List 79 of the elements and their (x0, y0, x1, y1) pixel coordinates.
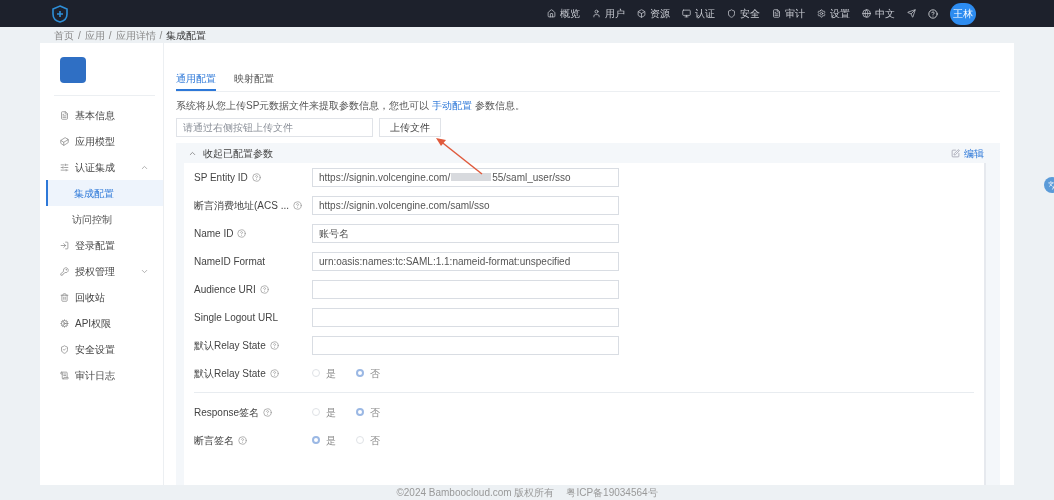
translate-icon (1047, 180, 1054, 190)
sidebar-item[interactable]: API权限 (46, 310, 163, 336)
text-field[interactable] (312, 335, 619, 355)
logo-icon (52, 4, 68, 23)
document-icon (60, 110, 69, 120)
field-label: 默认Relay State (194, 338, 266, 353)
document-icon (772, 9, 781, 18)
shield-icon (60, 344, 69, 354)
breadcrumb-separator: / (108, 28, 112, 43)
radio-option[interactable]: 否 (356, 404, 380, 420)
app-logo-icon (60, 57, 86, 83)
radio-option[interactable]: 否 (356, 365, 380, 381)
nav-link[interactable]: 设置 (817, 6, 850, 21)
field-label: Audience URI (194, 282, 256, 297)
tab[interactable]: 映射配置 (234, 71, 274, 91)
sidebar-item[interactable]: 安全设置 (46, 336, 163, 362)
manual-config-link[interactable]: 手动配置 (432, 100, 473, 111)
edit-link[interactable]: 编辑 (951, 145, 984, 161)
send-icon[interactable] (907, 9, 916, 18)
nav-link[interactable]: 认证 (682, 6, 715, 21)
copyright-text: ©2024 Bamboocloud.com 版权所有 (396, 486, 555, 500)
radio-option[interactable]: 是 (312, 365, 336, 381)
field-label: SP Entity ID (194, 170, 248, 185)
radio-option[interactable]: 是 (312, 432, 336, 448)
sidebar-item[interactable]: 基本信息 (46, 102, 163, 128)
file-path-field[interactable]: 请通过右侧按钮上传文件 (176, 118, 373, 137)
sidebar-item[interactable]: 应用模型 (46, 128, 163, 154)
field-label: Name ID (194, 226, 234, 241)
intro-text: 系统将从您上传SP元数据文件来提取参数信息，您也可以 手动配置 参数信息。 (176, 99, 526, 113)
breadcrumb-separator: / (78, 28, 81, 43)
cube-icon (60, 136, 69, 146)
nav-link[interactable]: 中文 (862, 6, 895, 21)
nav-link[interactable]: 审计 (772, 6, 805, 21)
radio-option[interactable]: 是 (312, 404, 336, 420)
sidebar-item[interactable]: 回收站 (46, 284, 163, 310)
edit-icon (951, 148, 960, 158)
sidebar-item[interactable]: 授权管理 (46, 258, 163, 284)
monitor-icon (682, 9, 691, 18)
nav-link[interactable]: 用户 (592, 6, 625, 21)
text-field[interactable]: https://signin.volcengine.com/ 55/saml_user/sso (312, 167, 619, 187)
trash-icon (60, 292, 69, 302)
field-label: NameID Format (194, 254, 266, 269)
nav-link[interactable]: 概览 (547, 6, 580, 21)
breadcrumb-item: 集成配置 (166, 28, 207, 43)
nav-link[interactable]: 资源 (637, 6, 670, 21)
log-icon (60, 370, 69, 380)
home-icon (547, 9, 556, 18)
settings-icon (817, 9, 826, 18)
upload-file-button[interactable]: 上传文件 (379, 118, 441, 137)
text-field[interactable]: https://signin.volcengine.com/saml/sso (312, 195, 619, 215)
nav-link[interactable]: 安全 (727, 6, 760, 21)
text-field[interactable]: 账号名 (312, 223, 619, 243)
sidebar-item[interactable]: 登录配置 (46, 232, 163, 258)
field-label: Single Logout URL (194, 310, 278, 325)
key-icon (60, 266, 69, 276)
field-label: 默认Relay State (194, 366, 266, 381)
shield-icon (727, 9, 736, 18)
user-icon (592, 9, 601, 18)
icp-text: 粤ICP备19034564号 (566, 486, 658, 500)
sidebar-subitem[interactable]: 访问控制 (46, 206, 163, 232)
text-field[interactable]: urn:oasis:names:tc:SAML:1.1:nameid-format:unspecified (312, 251, 619, 271)
breadcrumb-separator: / (159, 28, 163, 43)
field-label: 断言签名 (194, 433, 234, 448)
section-title: 收起已配置参数 (203, 146, 273, 161)
field-label: Response签名 (194, 405, 260, 420)
globe-icon (862, 9, 871, 18)
radio-option[interactable]: 否 (356, 432, 380, 448)
sidebar-item[interactable]: 认证集成 (46, 154, 163, 180)
login-icon (60, 240, 69, 250)
redacted-segment (451, 173, 492, 181)
gear-icon (60, 318, 69, 328)
sidebar-item[interactable]: 审计日志 (46, 362, 163, 388)
text-field[interactable] (312, 279, 619, 299)
box-icon (637, 9, 646, 18)
sliders-icon (60, 162, 69, 172)
field-label: 断言消费地址(ACS ... (194, 198, 289, 213)
sidebar-subitem[interactable]: 集成配置 (46, 180, 163, 206)
text-field[interactable] (312, 307, 619, 327)
tab[interactable]: 通用配置 (176, 71, 216, 91)
